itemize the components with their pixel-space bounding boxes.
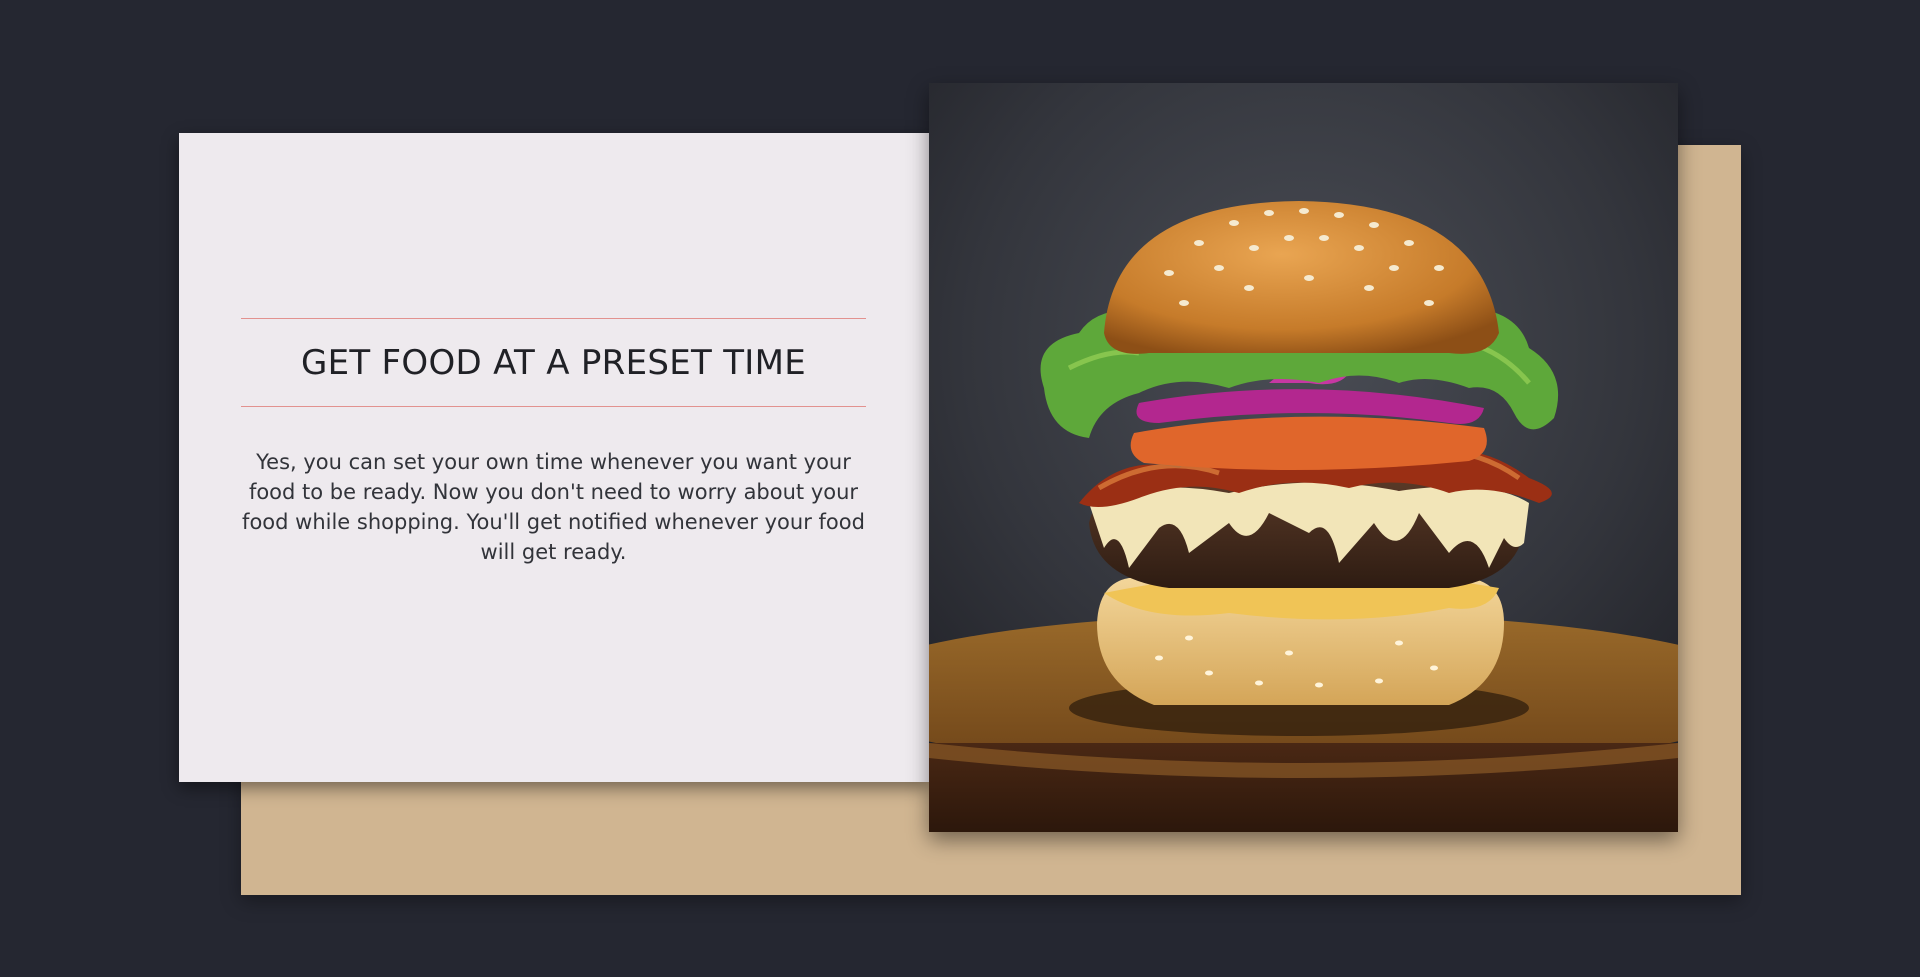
feature-section: GET FOOD AT A PRESET TIME Yes, you can s… xyxy=(0,0,1920,977)
burger-image xyxy=(929,83,1678,832)
title-divider-top xyxy=(241,318,866,319)
feature-description: Yes, you can set your own time whenever … xyxy=(242,450,865,564)
title-divider-bottom xyxy=(241,406,866,407)
feature-text-card: GET FOOD AT A PRESET TIME Yes, you can s… xyxy=(179,133,929,782)
feature-title: GET FOOD AT A PRESET TIME xyxy=(300,343,807,383)
